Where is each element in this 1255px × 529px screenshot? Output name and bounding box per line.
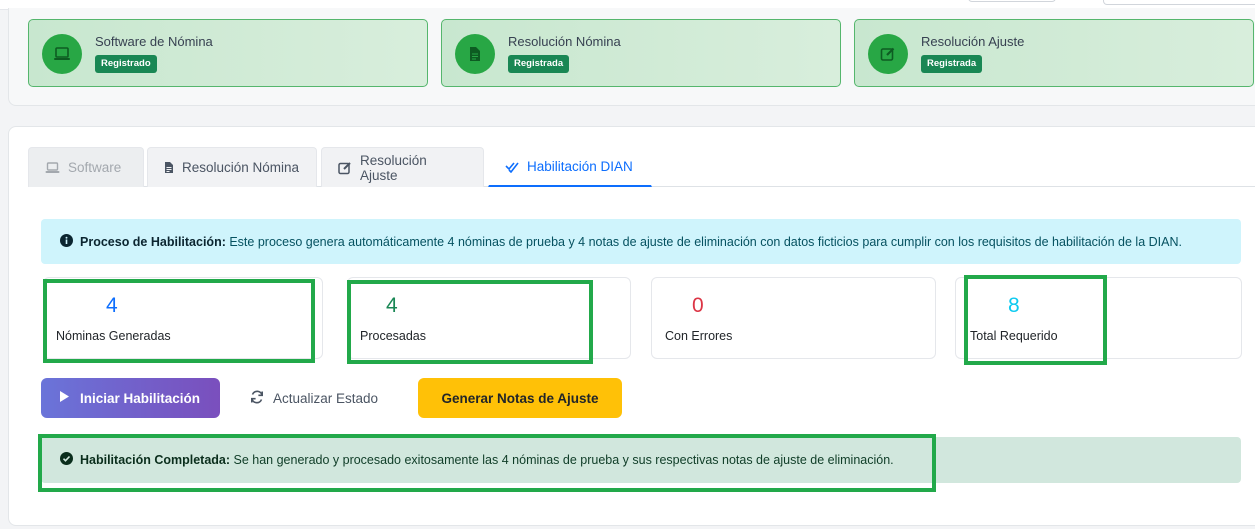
stat-value: 8: [1008, 294, 1020, 317]
info-text: Proceso de Habilitación: Este proceso ge…: [80, 235, 1182, 249]
start-habilitation-button[interactable]: Iniciar Habilitación: [41, 378, 220, 418]
tab-resolucion-ajuste[interactable]: Resolución Ajuste: [321, 147, 484, 187]
status-badge: Registrada: [921, 55, 983, 73]
button-label: Actualizar Estado: [273, 390, 379, 406]
stat-label: Procesadas: [360, 329, 427, 343]
edit-icon: [868, 34, 908, 74]
stat-card-procesadas: 4 Procesadas: [347, 277, 631, 359]
stat-value: 4: [106, 294, 118, 317]
check-circle-icon: [60, 452, 73, 468]
button-label: Generar Notas de Ajuste: [441, 390, 599, 406]
file-icon: [164, 161, 174, 174]
success-text: Habilitación Completada: Se han generado…: [80, 453, 894, 467]
file-icon: [455, 34, 495, 74]
tab-label: Software: [68, 160, 122, 175]
tab-habilitacion-dian[interactable]: Habilitación DIAN: [488, 147, 652, 187]
status-card-title: Software de Nómina: [95, 34, 213, 49]
info-alert: Proceso de Habilitación: Este proceso ge…: [41, 219, 1241, 264]
stat-label: Con Errores: [665, 329, 733, 343]
success-alert: Habilitación Completada: Se han generado…: [41, 437, 1241, 483]
tab-label: Habilitación DIAN: [527, 159, 633, 174]
tab-software[interactable]: Software: [28, 147, 144, 187]
stat-label: Nóminas Generadas: [56, 329, 171, 343]
info-icon: [60, 233, 73, 250]
stat-value: 4: [386, 294, 398, 317]
status-badge: Registrado: [95, 55, 157, 73]
generate-adjustment-notes-button[interactable]: Generar Notas de Ajuste: [418, 378, 622, 418]
tab-resolucion-nomina[interactable]: Resolución Nómina: [147, 147, 317, 187]
laptop-icon: [45, 161, 60, 174]
status-card-title: Resolución Nómina: [508, 34, 621, 49]
laptop-icon: [42, 34, 82, 74]
stat-label: Total Requerido: [970, 329, 1058, 343]
stat-value: 0: [692, 294, 704, 317]
status-card-resolucion-ajuste: Resolución Ajuste Registrada: [854, 19, 1254, 87]
info-title: Proceso de Habilitación:: [80, 234, 226, 249]
success-body: Se han generado y procesado exitosamente…: [230, 453, 894, 467]
play-icon: [59, 390, 70, 406]
refresh-status-button[interactable]: Actualizar Estado: [236, 378, 404, 418]
status-badge: Registrada: [508, 55, 570, 73]
stat-card-nominas-generadas: 4 Nóminas Generadas: [43, 277, 323, 359]
button-label: Iniciar Habilitación: [80, 390, 201, 406]
stat-card-con-errores: 0 Con Errores: [651, 277, 936, 359]
edit-icon: [338, 161, 352, 175]
stat-card-total-requerido: 8 Total Requerido: [955, 277, 1242, 359]
tab-label: Resolución Nómina: [182, 160, 300, 175]
status-card-software: Software de Nómina Registrado: [28, 19, 428, 87]
status-card-resolucion-nomina: Resolución Nómina Registrada: [441, 19, 841, 87]
refresh-icon: [250, 390, 264, 407]
tab-label: Resolución Ajuste: [360, 152, 427, 183]
status-card-title: Resolución Ajuste: [921, 34, 1025, 49]
top-bar-button[interactable]: [968, 0, 1056, 2]
info-body: Este proceso genera automáticamente 4 nó…: [225, 234, 1182, 249]
success-title: Habilitación Completada:: [80, 453, 231, 467]
double-check-icon: [505, 161, 519, 173]
top-bar-input[interactable]: [1103, 0, 1255, 5]
